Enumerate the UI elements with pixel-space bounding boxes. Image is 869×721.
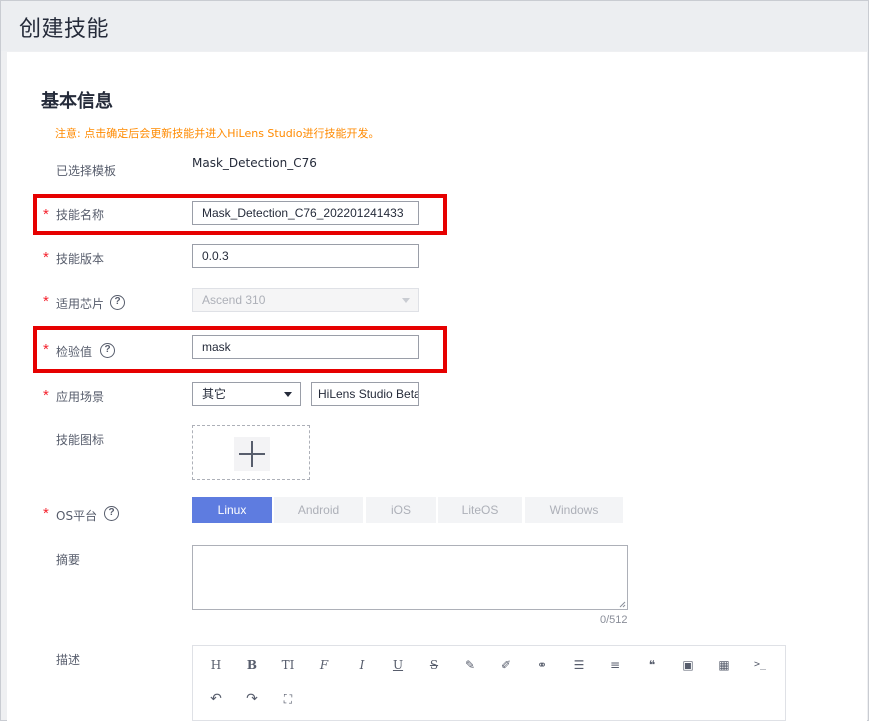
chip-help-icon[interactable]: ?	[110, 295, 125, 310]
required-mark: *	[43, 249, 49, 266]
checksum-label: 检验值	[56, 345, 93, 359]
chip-select-value: Ascend 310	[202, 293, 266, 307]
skill-icon-label: 技能图标	[56, 433, 105, 447]
underline-icon[interactable]: U	[389, 656, 407, 674]
chevron-down-icon	[402, 298, 410, 303]
section-title: 基本信息	[41, 91, 113, 112]
fullscreen-icon[interactable]: ⛶	[279, 690, 297, 708]
skill-version-input[interactable]: 0.0.3	[192, 244, 419, 268]
required-mark: *	[43, 293, 49, 310]
align-icon[interactable]: ≡	[606, 656, 624, 674]
chip-select: Ascend 310	[192, 288, 419, 312]
font-size-icon[interactable]: TI	[279, 656, 297, 674]
description-editor-toolbar: H B TI F I U S ✎ ✐ ⚭ ☰ ≡ ❝ ▣ ▦ >_ ↶ ↷ ⛶	[192, 645, 786, 721]
checksum-input[interactable]: mask	[192, 335, 419, 359]
skill-version-label: 技能版本	[56, 252, 105, 266]
summary-counter: 0/512	[600, 614, 628, 626]
template-value: Mask_Detection_C76	[192, 156, 317, 170]
redo-icon[interactable]: ↷	[243, 690, 261, 708]
os-tab-android[interactable]: Android	[274, 497, 363, 523]
scenario-extra-input[interactable]: HiLens Studio Beta	[311, 382, 419, 406]
image-icon[interactable]: ▣	[679, 656, 697, 674]
icon-upload-area[interactable]	[192, 425, 310, 480]
font-icon[interactable]: F	[315, 656, 333, 674]
undo-icon[interactable]: ↶	[207, 690, 225, 708]
resize-handle-icon[interactable]	[619, 601, 626, 608]
required-mark: *	[43, 505, 49, 522]
os-tab-windows[interactable]: Windows	[525, 497, 623, 523]
os-tab-linux[interactable]: Linux	[192, 497, 272, 523]
required-mark: *	[43, 387, 49, 404]
italic-icon[interactable]: I	[353, 656, 371, 674]
code-icon[interactable]: >_	[751, 656, 769, 674]
required-mark: *	[43, 341, 49, 358]
skill-name-input[interactable]: Mask_Detection_C76_202201241433	[192, 201, 419, 225]
highlight-pen-icon[interactable]: ✎	[461, 656, 479, 674]
page-header: 创建技能	[1, 1, 868, 51]
os-help-icon[interactable]: ?	[104, 506, 119, 521]
scenario-select-value: 其它	[202, 387, 227, 401]
summary-textarea[interactable]	[192, 545, 628, 610]
quote-icon[interactable]: ❝	[643, 656, 661, 674]
form-panel	[7, 52, 867, 721]
page-title: 创建技能	[19, 17, 110, 42]
link-icon[interactable]: ⚭	[533, 656, 551, 674]
template-label: 已选择模板	[56, 164, 117, 178]
table-icon[interactable]: ▦	[715, 656, 733, 674]
bullet-list-icon[interactable]: ☰	[570, 656, 588, 674]
scenario-select[interactable]: 其它	[192, 382, 301, 406]
brush-icon[interactable]: ✐	[497, 656, 515, 674]
plus-icon	[234, 437, 270, 471]
os-label: OS平台	[56, 509, 98, 523]
os-tab-liteos[interactable]: LiteOS	[438, 497, 522, 523]
bold-icon[interactable]: B	[243, 656, 261, 674]
strikethrough-icon[interactable]: S	[425, 656, 443, 674]
checksum-help-icon[interactable]: ?	[100, 343, 115, 358]
scenario-label: 应用场景	[56, 390, 105, 404]
required-mark: *	[43, 206, 49, 223]
notice-text: 注意: 点击确定后会更新技能并进入HiLens Studio进行技能开发。	[55, 127, 380, 140]
skill-name-label: 技能名称	[56, 208, 105, 222]
chevron-down-icon	[284, 392, 292, 397]
heading-icon[interactable]: H	[207, 656, 225, 674]
summary-label: 摘要	[56, 553, 81, 567]
os-tab-ios[interactable]: iOS	[366, 497, 436, 523]
chip-label: 适用芯片	[56, 297, 105, 311]
description-label: 描述	[56, 653, 81, 667]
